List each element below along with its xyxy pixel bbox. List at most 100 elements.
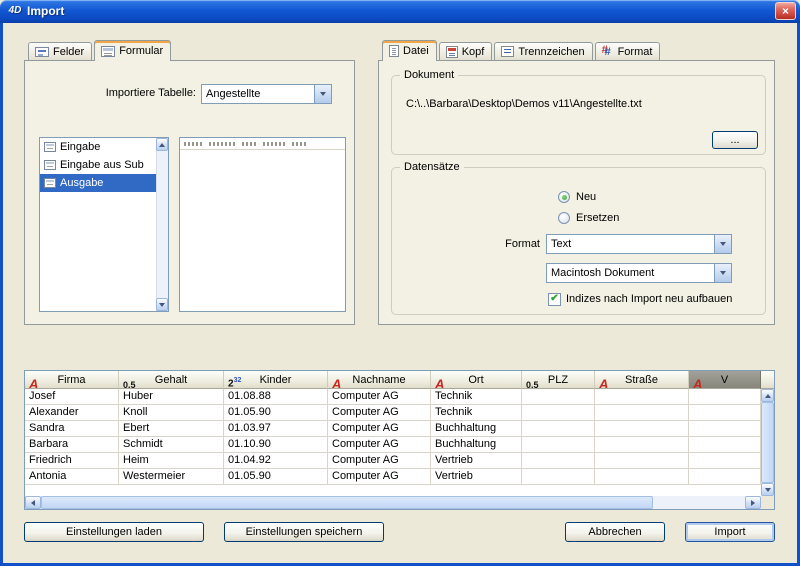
table-cell bbox=[522, 453, 595, 468]
column-header-v[interactable]: A V bbox=[689, 371, 761, 389]
radio-dot bbox=[562, 195, 567, 200]
column-header-ort[interactable]: A Ort bbox=[431, 371, 522, 389]
table-cell: 01.05.90 bbox=[224, 405, 328, 420]
column-header-nachname[interactable]: A Nachname bbox=[328, 371, 431, 389]
radio-ersetzen[interactable]: Ersetzen bbox=[558, 211, 619, 225]
tab-label: Trennzeichen bbox=[518, 46, 584, 58]
vertical-scrollbar[interactable] bbox=[761, 389, 774, 496]
form-list: Eingabe Eingabe aus Sub Ausgabe bbox=[39, 137, 169, 312]
tab-format[interactable]: Format bbox=[595, 42, 661, 60]
load-settings-button[interactable]: Einstellungen laden bbox=[24, 522, 204, 542]
arrow-left-icon bbox=[31, 500, 35, 506]
form-preview-pane bbox=[179, 137, 346, 312]
table-cell: Computer AG bbox=[328, 437, 431, 452]
column-header-strasse[interactable]: A Straße bbox=[595, 371, 689, 389]
scrollbar-thumb[interactable] bbox=[761, 402, 774, 483]
alpha-field-icon: A bbox=[599, 372, 608, 389]
tab-kopf[interactable]: Kopf bbox=[439, 42, 493, 60]
right-tab-bar: Datei Kopf Trennzeichen Format bbox=[382, 40, 662, 60]
tab-label: Format bbox=[618, 46, 653, 58]
import-table-combo[interactable]: Angestellte bbox=[201, 84, 332, 104]
horizontal-scrollbar[interactable] bbox=[25, 496, 761, 509]
table-cell bbox=[595, 437, 689, 452]
table-cell bbox=[689, 437, 761, 452]
column-header-plz[interactable]: 0.5 PLZ bbox=[522, 371, 595, 389]
table-cell: 01.10.90 bbox=[224, 437, 328, 452]
import-table-label: Importiere Tabelle: bbox=[76, 87, 196, 99]
list-item-eingabe-aus-sub[interactable]: Eingabe aus Sub bbox=[40, 156, 156, 174]
button-label: Import bbox=[714, 526, 745, 538]
real-field-icon: 0.5 bbox=[123, 374, 136, 389]
save-settings-button[interactable]: Einstellungen speichern bbox=[224, 522, 384, 542]
arrow-up-icon bbox=[159, 143, 165, 147]
list-scrollbar[interactable] bbox=[156, 138, 168, 311]
list-item-ausgabe[interactable]: Ausgabe bbox=[40, 174, 156, 192]
table-cell: Buchhaltung bbox=[431, 421, 522, 436]
scroll-left-button[interactable] bbox=[25, 496, 41, 509]
cancel-button[interactable]: Abbrechen bbox=[565, 522, 665, 542]
browse-button[interactable]: ... bbox=[712, 131, 758, 149]
table-cell bbox=[522, 405, 595, 420]
table-cell: Vertrieb bbox=[431, 469, 522, 484]
table-cell: 01.05.90 bbox=[224, 469, 328, 484]
tab-formular[interactable]: Formular bbox=[94, 40, 171, 61]
table-row[interactable]: Barbara Schmidt 01.10.90 Computer AG Buc… bbox=[25, 437, 761, 453]
tab-trennzeichen[interactable]: Trennzeichen bbox=[494, 42, 592, 60]
preview-mark bbox=[184, 142, 202, 146]
table-row[interactable]: Sandra Ebert 01.03.97 Computer AG Buchha… bbox=[25, 421, 761, 437]
table-cell: Sandra bbox=[25, 421, 119, 436]
column-header-firma[interactable]: A Firma bbox=[25, 371, 119, 389]
records-group: Datensätze Neu Ersetzen Format Text Maci… bbox=[391, 167, 766, 315]
scroll-down-button[interactable] bbox=[761, 483, 774, 496]
table-body: Josef Huber 01.08.88 Computer AG Technik… bbox=[25, 389, 761, 485]
table-cell bbox=[522, 437, 595, 452]
form-icon bbox=[101, 46, 115, 57]
scroll-up-button[interactable] bbox=[156, 138, 168, 151]
radio-neu[interactable]: Neu bbox=[558, 190, 596, 204]
table-cell: Westermeier bbox=[119, 469, 224, 484]
preview-mark bbox=[242, 142, 256, 146]
table-cell: Ebert bbox=[119, 421, 224, 436]
table-cell: 01.08.88 bbox=[224, 389, 328, 404]
tab-datei[interactable]: Datei bbox=[382, 40, 437, 61]
column-header-label: Gehalt bbox=[155, 374, 187, 386]
table-cell: Antonia bbox=[25, 469, 119, 484]
radio-label: Ersetzen bbox=[576, 212, 619, 224]
table-cell: Vertrieb bbox=[431, 453, 522, 468]
scroll-right-button[interactable] bbox=[745, 496, 761, 509]
platform-combo[interactable]: Macintosh Dokument bbox=[546, 263, 732, 283]
rebuild-indexes-checkbox[interactable]: ✔ Indizes nach Import neu aufbauen bbox=[548, 292, 732, 306]
scroll-up-button[interactable] bbox=[761, 389, 774, 402]
tab-felder[interactable]: Felder bbox=[28, 42, 92, 60]
column-header-label: PLZ bbox=[548, 374, 568, 386]
scroll-down-button[interactable] bbox=[156, 298, 168, 311]
document-group: Dokument C:\..\Barbara\Desktop\Demos v11… bbox=[391, 75, 766, 155]
preview-mark bbox=[209, 142, 235, 146]
format-combo[interactable]: Text bbox=[546, 234, 732, 254]
browse-button-label: ... bbox=[730, 134, 739, 146]
table-cell: 01.03.97 bbox=[224, 421, 328, 436]
table-row[interactable]: Alexander Knoll 01.05.90 Computer AG Tec… bbox=[25, 405, 761, 421]
table-row[interactable]: Antonia Westermeier 01.05.90 Computer AG… bbox=[25, 469, 761, 485]
table-cell: Computer AG bbox=[328, 405, 431, 420]
column-header-kinder[interactable]: 232 Kinder bbox=[224, 371, 328, 389]
longint-field-icon: 232 bbox=[228, 373, 241, 389]
combo-value: Text bbox=[547, 235, 714, 253]
alpha-field-icon: A bbox=[435, 372, 444, 389]
close-button[interactable]: × bbox=[775, 2, 796, 20]
table-row[interactable]: Friedrich Heim 01.04.92 Computer AG Vert… bbox=[25, 453, 761, 469]
table-cell: Computer AG bbox=[328, 469, 431, 484]
preview-mark bbox=[292, 142, 308, 146]
import-button[interactable]: Import bbox=[685, 522, 775, 542]
list-item-eingabe[interactable]: Eingabe bbox=[40, 138, 156, 156]
column-header-gehalt[interactable]: 0.5 Gehalt bbox=[119, 371, 224, 389]
table-cell: Heim bbox=[119, 453, 224, 468]
titlebar[interactable]: 4D Import × bbox=[0, 0, 800, 23]
table-row[interactable]: Josef Huber 01.08.88 Computer AG Technik bbox=[25, 389, 761, 405]
table-cell: Computer AG bbox=[328, 453, 431, 468]
radio-selected-icon bbox=[558, 191, 570, 203]
preview-mark bbox=[263, 142, 285, 146]
scrollbar-thumb[interactable] bbox=[41, 496, 653, 509]
combo-arrow-button bbox=[314, 85, 331, 103]
table-cell: Schmidt bbox=[119, 437, 224, 452]
